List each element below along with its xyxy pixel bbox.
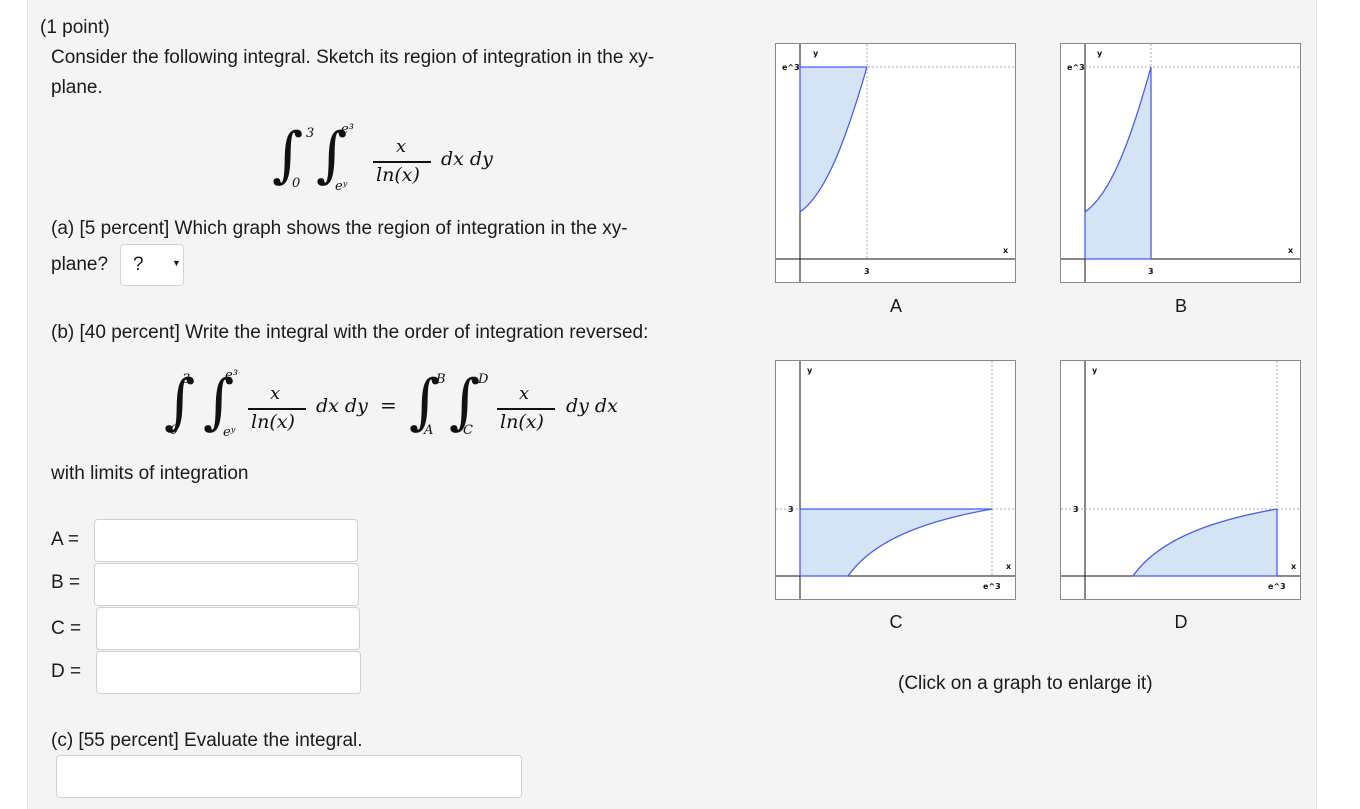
limits-label: with limits of integration	[51, 463, 249, 484]
right-denominator: ln(x)	[500, 411, 544, 433]
left-inner-lower: eʸ	[223, 425, 236, 440]
x-axis-label: x	[1006, 562, 1012, 571]
x-tick-label: 3	[864, 267, 870, 276]
integrand-numerator: x	[396, 136, 407, 157]
y-tick-label: e^3	[782, 63, 800, 72]
integral-differentials: dx dy	[441, 148, 493, 170]
left-numerator: x	[270, 383, 281, 404]
limit-c-input[interactable]	[96, 607, 360, 650]
inner-lower-limit: eʸ	[335, 179, 348, 194]
x-tick-label: e^3	[1268, 582, 1286, 591]
right-fraction-bar	[497, 408, 555, 410]
equals-sign: =	[380, 393, 397, 417]
limit-d-input[interactable]	[96, 651, 361, 694]
x-tick-label: 3	[1148, 267, 1154, 276]
graph-b-plot: y e^3 x 3	[1061, 44, 1300, 282]
limit-a-input[interactable]	[94, 519, 358, 562]
outer-upper-limit: 3	[306, 126, 315, 141]
left-denominator: ln(x)	[251, 411, 295, 433]
left-differentials: dx dy	[316, 395, 368, 417]
left-outer-upper: 3	[182, 372, 191, 387]
x-tick-label: e^3	[983, 582, 1001, 591]
prompt-line-1: Consider the following integral. Sketch …	[51, 47, 655, 68]
x-axis-label: x	[1003, 246, 1009, 255]
left-outer-lower: 0	[170, 423, 179, 438]
y-axis-label: y	[813, 49, 819, 58]
graph-a-caption: A	[889, 296, 902, 316]
right-inner-upper: D	[478, 372, 489, 387]
graph-d[interactable]: y 3 x e^3	[1060, 360, 1301, 600]
region-fill	[800, 67, 867, 212]
part-c-title: (c) [55 percent] Evaluate the integral.	[51, 730, 363, 751]
select-value: ?	[133, 254, 144, 275]
outer-lower-limit: 0	[292, 176, 301, 191]
region-fill	[1133, 509, 1277, 576]
field-c-label: C =	[51, 618, 82, 639]
region-fill	[800, 509, 992, 576]
fraction-bar	[373, 161, 431, 163]
graph-d-caption: D	[1174, 612, 1188, 632]
right-outer-lower: A	[424, 423, 434, 438]
graph-d-plot: y 3 x e^3	[1061, 361, 1300, 599]
region-fill	[1085, 67, 1151, 259]
prompt-line-2: plane.	[51, 77, 103, 98]
field-b-label: B =	[51, 572, 81, 593]
graph-b-caption: B	[1174, 296, 1187, 316]
part-b-title: (b) [40 percent] Write the integral with…	[51, 322, 649, 343]
field-d-label: D =	[51, 661, 82, 682]
x-axis-label: x	[1288, 246, 1294, 255]
y-axis-label: y	[807, 366, 813, 375]
y-tick-label: 3	[1073, 505, 1079, 514]
graph-c-plot: y 3 x e^3	[776, 361, 1015, 599]
graph-choice-select[interactable]: ? ▼	[120, 244, 184, 286]
limit-b-input[interactable]	[94, 563, 359, 606]
y-tick-label: 3	[788, 505, 794, 514]
right-inner-lower: C	[463, 423, 473, 438]
left-fraction-bar	[248, 408, 306, 410]
left-inner-upper: e³	[225, 368, 238, 383]
points-label: (1 point)	[40, 17, 110, 38]
graph-a-plot: y e^3 x 3	[776, 44, 1015, 282]
graph-b[interactable]: y e^3 x 3	[1060, 43, 1301, 283]
part-a-line-1: (a) [5 percent] Which graph shows the re…	[51, 218, 628, 239]
x-axis-label: x	[1291, 562, 1297, 571]
right-differentials: dy dx	[566, 395, 618, 417]
y-tick-label: e^3	[1067, 63, 1085, 72]
y-axis-label: y	[1092, 366, 1098, 375]
evaluate-input[interactable]	[56, 755, 522, 798]
right-numerator: x	[519, 383, 530, 404]
right-outer-upper: B	[436, 372, 446, 387]
graph-c-caption: C	[889, 612, 903, 632]
graph-a[interactable]: y e^3 x 3	[775, 43, 1016, 283]
field-a-label: A =	[51, 529, 79, 550]
chevron-down-icon: ▼	[172, 258, 181, 268]
enlarge-hint: (Click on a graph to enlarge it)	[898, 673, 1153, 694]
integrand-denominator: ln(x)	[376, 164, 420, 186]
graph-c[interactable]: y 3 x e^3	[775, 360, 1016, 600]
inner-upper-limit: e³	[341, 122, 354, 137]
y-axis-label: y	[1097, 49, 1103, 58]
part-a-line-2: plane?	[51, 254, 109, 275]
left-outer-integral-sign: ∫	[164, 367, 196, 437]
